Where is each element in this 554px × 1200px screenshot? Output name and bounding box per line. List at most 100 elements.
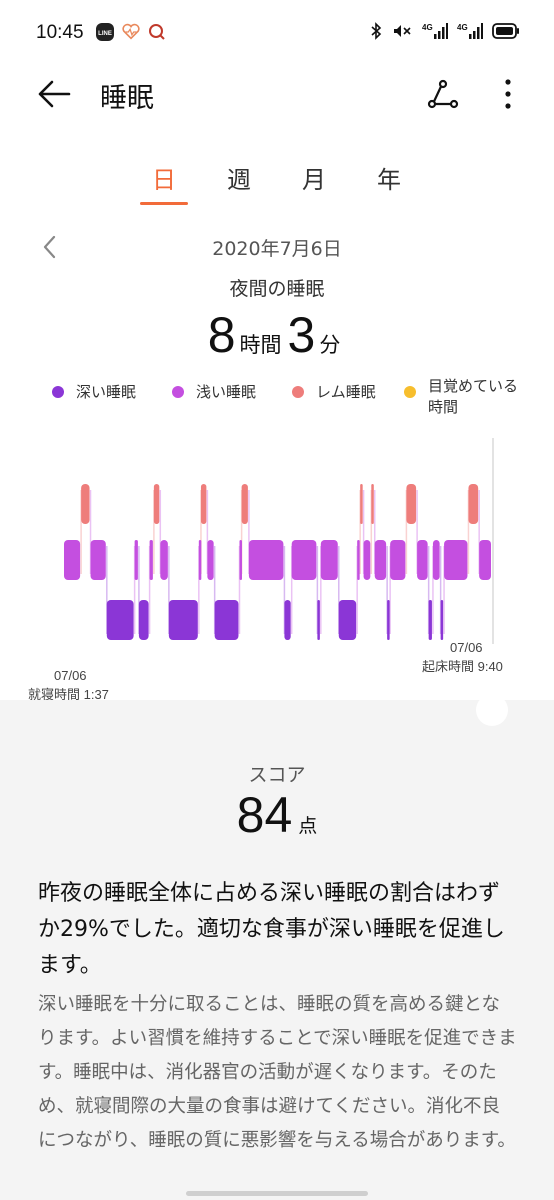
sleep-segment-light — [390, 540, 406, 580]
period-tabs: 日 週 月 年 — [0, 160, 554, 208]
search-app-icon — [148, 23, 166, 41]
health-app-icon — [122, 23, 140, 41]
share-icon — [427, 79, 459, 109]
sleep-legend: 深い睡眠 浅い睡眠 レム睡眠 目覚めている時間 — [0, 374, 554, 418]
sleep-segment-rem — [468, 484, 479, 524]
score-value: 84 — [236, 787, 293, 843]
score-label: スコア — [248, 764, 306, 786]
sleep-segment-light — [320, 540, 338, 580]
sleep-segment-deep — [317, 600, 320, 640]
sleep-segment-deep — [338, 600, 357, 640]
sleep-segment-deep — [106, 600, 134, 640]
legend-light-sleep: 浅い睡眠 — [172, 383, 256, 403]
sleep-segment-light — [134, 540, 138, 580]
active-tab-indicator — [140, 202, 188, 205]
legend-rem-sleep: レム睡眠 — [292, 383, 376, 403]
sleep-segment-light — [207, 540, 214, 580]
wake-date: 07/06 — [450, 640, 483, 655]
sleep-stage-plot — [64, 438, 494, 644]
sleep-segment-deep — [214, 600, 239, 640]
svg-text:LINE: LINE — [98, 31, 112, 37]
sleep-segment-light — [248, 540, 284, 580]
wake-label: 起床時間 9:40 — [422, 659, 503, 674]
bluetooth-icon — [370, 22, 382, 40]
sleep-stage-chart: 07/06 就寝時間 1:37 07/06 起床時間 9:40 — [0, 432, 554, 702]
sleep-segment-light — [374, 540, 387, 580]
sleep-segment-light — [363, 540, 371, 580]
battery-icon — [492, 23, 520, 39]
legend-dot — [292, 386, 304, 398]
share-button[interactable] — [424, 76, 460, 112]
more-vertical-icon — [505, 79, 511, 109]
sleep-segment-rem — [371, 484, 374, 524]
sleep-screen: 10:45 LINE 4G 4G 睡眠 日 週 月 年 2020年7月6日 夜間… — [0, 0, 554, 1200]
score-unit: 点 — [298, 815, 318, 837]
tab-week[interactable]: 週 — [214, 160, 264, 195]
tab-day[interactable]: 日 — [139, 160, 189, 195]
sleep-segment-deep — [387, 600, 390, 640]
sleep-segment-deep — [168, 600, 198, 640]
sleep-segment-rem — [153, 484, 160, 524]
sleep-advice: 深い睡眠を十分に取ることは、睡眠の質を高める鍵となります。よい習慣を維持すること… — [38, 994, 517, 1151]
back-button[interactable] — [36, 78, 72, 110]
duration-hours: 8 — [207, 307, 236, 363]
sleep-duration: 8 時間 3 分 — [0, 306, 554, 364]
sleep-segment-rem — [81, 484, 90, 524]
sleep-segment-light — [64, 540, 81, 580]
sleep-segment-light — [357, 540, 360, 580]
tab-month[interactable]: 月 — [289, 160, 339, 195]
sleep-segment-deep — [428, 600, 432, 640]
svg-text:4G: 4G — [457, 23, 468, 32]
legend-label: 目覚めている時間 — [428, 377, 519, 416]
duration-hours-unit: 時間 — [239, 333, 282, 357]
duration-minutes-unit: 分 — [319, 333, 341, 357]
legend-label: 深い睡眠 — [76, 383, 137, 401]
page-title: 睡眠 — [100, 83, 154, 114]
legend-label: 浅い睡眠 — [196, 383, 257, 401]
sleep-segment-light — [444, 540, 468, 580]
sleep-segment-light — [198, 540, 202, 580]
bedtime-date: 07/06 — [54, 668, 87, 683]
sleep-segment-deep — [440, 600, 444, 640]
sleep-summary: 昨夜の睡眠全体に占める深い睡眠の割合はわずか29%でした。適切な食事が深い睡眠を… — [38, 881, 505, 978]
sleep-segment-rem — [200, 484, 207, 524]
back-arrow-icon — [38, 80, 71, 108]
legend-dot — [52, 386, 64, 398]
mute-icon — [391, 22, 413, 40]
sleep-segment-rem — [360, 484, 363, 524]
legend-dot — [172, 386, 184, 398]
sleep-segment-rem — [241, 484, 248, 524]
night-sleep-caption: 夜間の睡眠 — [229, 278, 325, 300]
svg-text:4G: 4G — [422, 23, 433, 32]
notification-icons: LINE — [96, 23, 166, 41]
legend-deep-sleep: 深い睡眠 — [52, 383, 136, 403]
sleep-segment-light — [479, 540, 491, 580]
sleep-segment-light — [90, 540, 106, 580]
app-header: 睡眠 — [0, 70, 554, 120]
sleep-segment-light — [239, 540, 242, 580]
home-indicator[interactable] — [186, 1191, 368, 1196]
date-label: 2020年7月6日 — [212, 238, 342, 260]
panel-handle[interactable] — [470, 688, 514, 732]
sleep-segment-light — [417, 540, 428, 580]
tab-year[interactable]: 年 — [364, 160, 414, 195]
sleep-segment-light — [432, 540, 440, 580]
status-bar: 10:45 LINE 4G 4G — [0, 0, 554, 66]
legend-awake: 目覚めている時間 — [404, 376, 520, 418]
legend-label: レム睡眠 — [316, 383, 376, 401]
signal-4g-icon: 4G — [457, 22, 483, 40]
more-options-button[interactable] — [496, 76, 520, 112]
status-time: 10:45 — [36, 22, 84, 43]
duration-minutes: 3 — [287, 307, 316, 363]
sleep-score: 84 点 — [0, 786, 554, 844]
signal-4g-icon: 4G — [422, 22, 448, 40]
sleep-segment-rem — [406, 484, 417, 524]
system-icons: 4G 4G — [370, 22, 520, 40]
sleep-segment-light — [149, 540, 153, 580]
sleep-segment-light — [291, 540, 317, 580]
sleep-segment-deep — [138, 600, 149, 640]
sleep-segment-light — [160, 540, 168, 580]
line-app-icon: LINE — [96, 23, 114, 41]
legend-dot — [404, 386, 416, 398]
sleep-segment-deep — [284, 600, 291, 640]
